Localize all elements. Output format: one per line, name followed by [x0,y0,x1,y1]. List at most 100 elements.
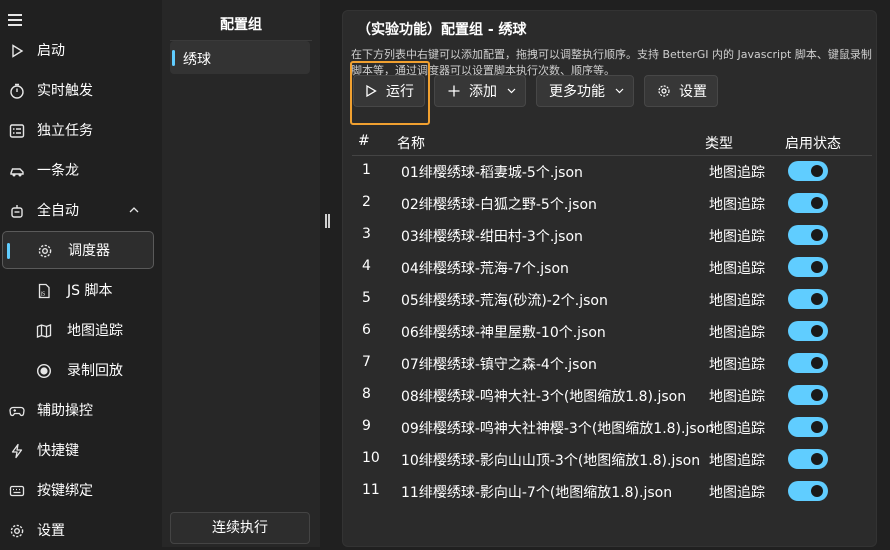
table-row[interactable]: 1 01绯樱绣球-稻妻城-5个.json 地图追踪 [352,155,872,187]
enable-toggle[interactable] [788,289,828,309]
nav-item-scheduler[interactable]: 调度器 [2,231,154,269]
nav-sidebar: 启动 实时触发 独立任务 一条龙 全自动 调度器 JS JS 脚本 地图追踪 录… [0,0,162,547]
script-type: 地图追踪 [709,229,765,245]
run-all-button[interactable]: 连续执行 [170,512,310,544]
config-group-item[interactable]: 绣球 [170,41,310,74]
table-row[interactable]: 4 04绯樱绣球-荒海-7个.json 地图追踪 [352,251,872,283]
nav-item-label: 地图追踪 [67,323,123,339]
enable-toggle[interactable] [788,417,828,437]
table-row[interactable]: 10 10绯樱绣球-影向山山顶-3个(地图缩放1.8).json 地图追踪 [352,443,872,475]
nav-item-label: 设置 [37,523,65,539]
nav-item-label: 启动 [37,43,65,59]
chevron-down-icon [615,88,624,94]
js-file-icon: JS [38,283,50,299]
enable-toggle[interactable] [788,225,828,245]
enable-toggle[interactable] [788,193,828,213]
enable-toggle[interactable] [788,161,828,181]
page-title: （实验功能）配置组 - 绣球 [357,22,527,38]
script-name: 10绯樱绣球-影向山山顶-3个(地图缩放1.8).json [401,453,701,469]
add-button-label: 添加 [469,84,497,100]
enable-toggle[interactable] [788,321,828,341]
table-row[interactable]: 11 11绯樱绣球-影向山-7个(地图缩放1.8).json 地图追踪 [352,475,872,507]
add-button[interactable]: 添加 [434,75,526,107]
column-header-status[interactable]: 启用状态 [785,133,841,153]
settings-icon [10,524,24,538]
nav-item-label: 录制回放 [67,363,123,379]
run-button[interactable]: 运行 [353,75,425,107]
table-row[interactable]: 3 03绯樱绣球-绀田村-3个.json 地图追踪 [352,219,872,251]
table-row[interactable]: 7 07绯樱绣球-镇守之森-4个.json 地图追踪 [352,347,872,379]
toggle-knob [811,197,823,209]
nav-item-tasks[interactable]: 独立任务 [0,112,162,150]
nav-item-label: 独立任务 [37,123,93,139]
nav-item-js[interactable]: JS JS 脚本 [0,272,162,310]
script-name: 06绯樱绣球-神里屋敷-10个.json [401,325,606,341]
gear-icon [658,85,670,97]
more-functions-button[interactable]: 更多功能 [536,75,634,107]
toggle-knob [811,325,823,337]
run-button-label: 运行 [386,84,414,100]
settings-button[interactable]: 设置 [644,75,718,107]
nav-item-dragon[interactable]: 一条龙 [0,152,162,190]
toggle-knob [811,261,823,273]
nav-item-label: JS 脚本 [67,283,113,299]
nav-item-label: 调度器 [68,243,110,259]
toggle-knob [811,485,823,497]
car-icon [10,168,24,177]
nav-item-hotkey[interactable]: 快捷键 [0,432,162,470]
gear-icon [38,244,52,258]
table-row[interactable]: 9 09绯樱绣球-鸣神大社神樱-3个(地图缩放1.8).json 地图追踪 [352,411,872,443]
nav-item-record[interactable]: 录制回放 [0,352,162,390]
enable-toggle[interactable] [788,257,828,277]
script-type: 地图追踪 [709,453,765,469]
script-type: 地图追踪 [709,325,765,341]
lightning-icon [11,443,23,459]
gamepad-icon [9,406,25,417]
panel-splitter[interactable] [320,0,334,547]
enable-toggle[interactable] [788,481,828,501]
script-type: 地图追踪 [709,197,765,213]
enable-toggle[interactable] [788,353,828,373]
script-name: 08绯樱绣球-鸣神大社-3个(地图缩放1.8).json [401,389,687,405]
script-name: 05绯樱绣球-荒海(砂流)-2个.json [401,293,608,309]
map-icon [36,324,52,338]
script-type: 地图追踪 [709,261,765,277]
nav-item-keybind[interactable]: 按键绑定 [0,472,162,510]
table-row[interactable]: 5 05绯樱绣球-荒海(砂流)-2个.json 地图追踪 [352,283,872,315]
settings-button-label: 设置 [679,84,707,100]
nav-item-settings[interactable]: 设置 [0,512,162,550]
row-number: 2 [362,194,371,210]
enable-toggle[interactable] [788,385,828,405]
robot-icon [11,205,23,218]
config-group-header: 配置组 [220,17,262,33]
table-row[interactable]: 8 08绯樱绣球-鸣神大社-3个(地图缩放1.8).json 地图追踪 [352,379,872,411]
nav-item-start[interactable]: 启动 [0,32,162,70]
drag-handle-icon[interactable] [325,214,330,228]
table-row[interactable]: 6 06绯樱绣球-神里屋敷-10个.json 地图追踪 [352,315,872,347]
chevron-up-icon[interactable] [129,206,139,214]
nav-item-auto[interactable]: 全自动 [0,192,162,230]
row-number: 8 [362,386,371,402]
more-functions-label: 更多功能 [549,84,605,100]
hamburger-menu-icon[interactable] [8,14,22,26]
column-header-type[interactable]: 类型 [705,133,733,153]
nav-item-assist[interactable]: 辅助操控 [0,392,162,430]
nav-item-realtime[interactable]: 实时触发 [0,72,162,110]
config-group-label: 绣球 [183,52,211,68]
toggle-knob [811,453,823,465]
play-icon [12,44,24,58]
record-icon [36,363,52,379]
row-number: 3 [362,226,371,242]
column-header-name[interactable]: 名称 [397,133,425,153]
script-type: 地图追踪 [709,357,765,373]
enable-toggle[interactable] [788,449,828,469]
row-number: 5 [362,290,371,306]
row-number: 11 [362,482,380,498]
nav-item-map[interactable]: 地图追踪 [0,312,162,350]
nav-item-label: 实时触发 [37,83,93,99]
script-name: 07绯樱绣球-镇守之森-4个.json [401,357,597,373]
table-row[interactable]: 2 02绯樱绣球-白狐之野-5个.json 地图追踪 [352,187,872,219]
row-number: 1 [362,162,371,178]
selected-indicator [172,50,175,66]
row-number: 4 [362,258,371,274]
